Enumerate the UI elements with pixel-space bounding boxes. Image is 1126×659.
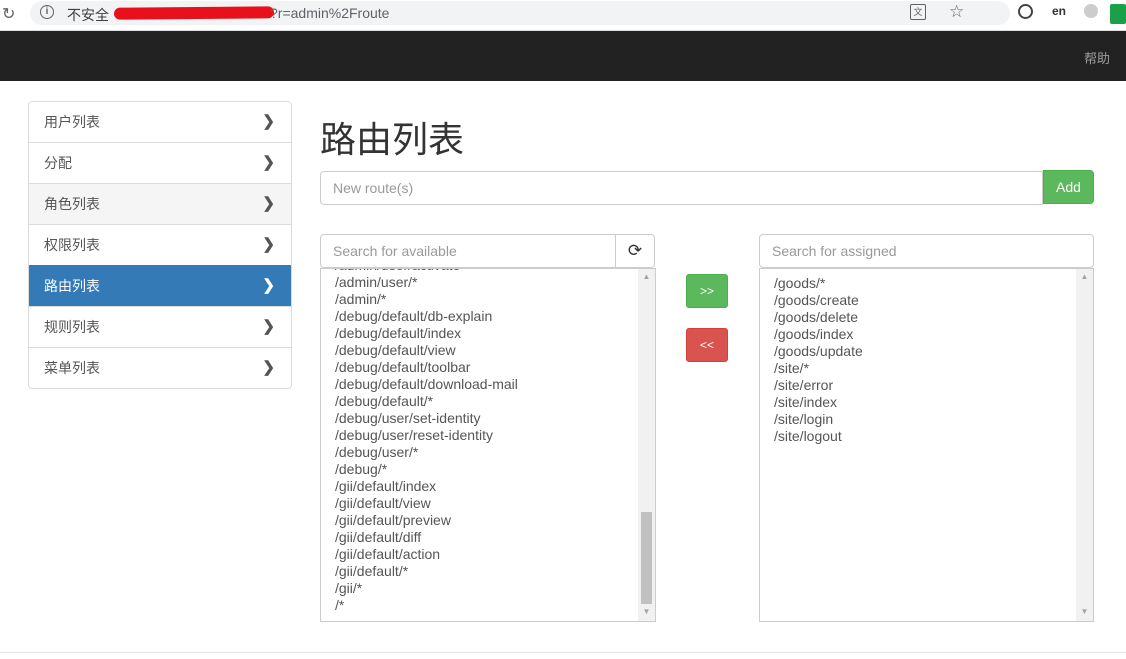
route-option[interactable]: /site/logout xyxy=(774,428,1073,445)
route-option[interactable]: /gii/* xyxy=(335,580,635,597)
route-option[interactable]: /debug/default/db-explain xyxy=(335,308,635,325)
extension-green-icon[interactable] xyxy=(1110,4,1126,24)
available-routes-list[interactable]: /admin/user/activate/admin/user/*/admin/… xyxy=(320,268,656,622)
route-option[interactable]: /debug/default/index xyxy=(335,325,635,342)
route-option[interactable]: /goods/create xyxy=(774,292,1073,309)
route-option[interactable]: /debug/user/* xyxy=(335,444,635,461)
route-option[interactable]: /goods/* xyxy=(774,275,1073,292)
assigned-routes-list[interactable]: /goods/*/goods/create/goods/delete/goods… xyxy=(759,268,1094,622)
chevron-right-icon: ❯ xyxy=(262,359,275,376)
available-list-scrollbar[interactable]: ▲ ▼ xyxy=(638,269,655,621)
bookmark-star-icon[interactable]: ☆ xyxy=(949,2,964,22)
sidebar-item-users[interactable]: 用户列表 ❯ xyxy=(29,102,291,142)
search-assigned-input[interactable] xyxy=(759,234,1094,268)
browser-toolbar: ↻ i 不安全 ?r=admin%2Froute 文 ☆ en xyxy=(0,0,1126,31)
route-option[interactable]: /gii/default/view xyxy=(335,495,635,512)
route-option[interactable]: /debug/default/view xyxy=(335,342,635,359)
sidebar-item-routes[interactable]: 路由列表 ❯ xyxy=(29,265,291,306)
assign-route-button[interactable]: >> xyxy=(686,274,728,308)
extension-gray-icon[interactable] xyxy=(1084,4,1098,18)
sidebar-menu: 用户列表 ❯ 分配 ❯ 角色列表 ❯ 权限列表 ❯ 路由列表 ❯ 规则列表 ❯ … xyxy=(28,101,292,389)
route-option[interactable]: /gii/default/action xyxy=(335,546,635,563)
route-option[interactable]: /goods/delete xyxy=(774,309,1073,326)
not-secure-label: 不安全 xyxy=(67,7,109,23)
add-route-button[interactable]: Add xyxy=(1043,170,1094,204)
assigned-list-scrollbar[interactable]: ▲ ▼ xyxy=(1076,269,1093,621)
assigned-routes-items: /goods/*/goods/create/goods/delete/goods… xyxy=(774,275,1073,445)
search-available-input[interactable] xyxy=(320,234,616,268)
sidebar-item-label: 用户列表 xyxy=(44,114,100,130)
sidebar-item-rules[interactable]: 规则列表 ❯ xyxy=(29,306,291,347)
extension-circle-icon[interactable] xyxy=(1018,4,1033,19)
page-title: 路由列表 xyxy=(320,119,465,160)
sidebar-item-roles[interactable]: 角色列表 ❯ xyxy=(29,183,291,224)
route-option[interactable]: /debug/default/* xyxy=(335,393,635,410)
route-option[interactable]: /site/login xyxy=(774,411,1073,428)
info-icon[interactable]: i xyxy=(40,5,54,19)
chevron-right-icon: ❯ xyxy=(262,154,275,171)
route-option[interactable]: /site/index xyxy=(774,394,1073,411)
route-option[interactable]: /admin/user/* xyxy=(335,274,635,291)
reload-icon[interactable]: ↻ xyxy=(2,4,15,24)
route-option[interactable]: /debug/default/download-mail xyxy=(335,376,635,393)
route-option[interactable]: /goods/index xyxy=(774,326,1073,343)
url-redaction-mark xyxy=(113,6,275,20)
route-option[interactable]: /goods/update xyxy=(774,343,1073,360)
sidebar-item-assignment[interactable]: 分配 ❯ xyxy=(29,142,291,183)
sidebar-item-label: 规则列表 xyxy=(44,319,100,335)
chevron-right-icon: ❯ xyxy=(262,277,275,294)
route-option[interactable]: /admin/* xyxy=(335,291,635,308)
route-option[interactable]: /gii/default/diff xyxy=(335,529,635,546)
scroll-thumb[interactable] xyxy=(641,512,652,604)
footer-divider xyxy=(0,652,1126,653)
sidebar-item-label: 角色列表 xyxy=(44,196,100,212)
chevron-right-icon: ❯ xyxy=(262,318,275,335)
remove-route-button[interactable]: << xyxy=(686,328,728,362)
sidebar-item-permissions[interactable]: 权限列表 ❯ xyxy=(29,224,291,265)
sidebar-item-label: 分配 xyxy=(44,155,72,171)
sidebar-item-label: 菜单列表 xyxy=(44,360,100,376)
scroll-down-arrow-icon[interactable]: ▼ xyxy=(638,606,655,618)
chevron-right-icon: ❯ xyxy=(262,113,275,130)
address-bar[interactable]: i 不安全 ?r=admin%2Froute xyxy=(30,1,1010,25)
new-route-input[interactable] xyxy=(320,171,1043,205)
top-navbar: 帮助 xyxy=(0,31,1126,81)
available-routes-items: /admin/user/activate/admin/user/*/admin/… xyxy=(335,269,635,614)
route-option[interactable]: /debug/default/toolbar xyxy=(335,359,635,376)
route-option[interactable]: /gii/default/* xyxy=(335,563,635,580)
route-option[interactable]: /debug/* xyxy=(335,461,635,478)
route-option[interactable]: /* xyxy=(335,597,635,614)
refresh-icon[interactable]: ⟳ xyxy=(615,234,655,268)
sidebar-item-label: 路由列表 xyxy=(44,278,100,294)
url-text[interactable]: ?r=admin%2Froute xyxy=(270,5,389,21)
route-option[interactable]: /debug/user/reset-identity xyxy=(335,427,635,444)
scroll-up-arrow-icon[interactable]: ▲ xyxy=(1076,271,1093,283)
translate-icon[interactable]: 文 xyxy=(910,4,926,20)
sidebar-item-menus[interactable]: 菜单列表 ❯ xyxy=(29,347,291,388)
scroll-up-arrow-icon[interactable]: ▲ xyxy=(638,271,655,283)
route-option[interactable]: /site/error xyxy=(774,377,1073,394)
scroll-down-arrow-icon[interactable]: ▼ xyxy=(1076,606,1093,618)
sidebar-item-label: 权限列表 xyxy=(44,237,100,253)
route-option[interactable]: /site/* xyxy=(774,360,1073,377)
extension-en-icon[interactable]: en xyxy=(1052,4,1068,20)
chevron-right-icon: ❯ xyxy=(262,195,275,212)
chevron-right-icon: ❯ xyxy=(262,236,275,253)
route-option[interactable]: /debug/user/set-identity xyxy=(335,410,635,427)
route-option[interactable]: /gii/default/index xyxy=(335,478,635,495)
help-link[interactable]: 帮助 xyxy=(1084,48,1110,67)
route-option[interactable]: /gii/default/preview xyxy=(335,512,635,529)
